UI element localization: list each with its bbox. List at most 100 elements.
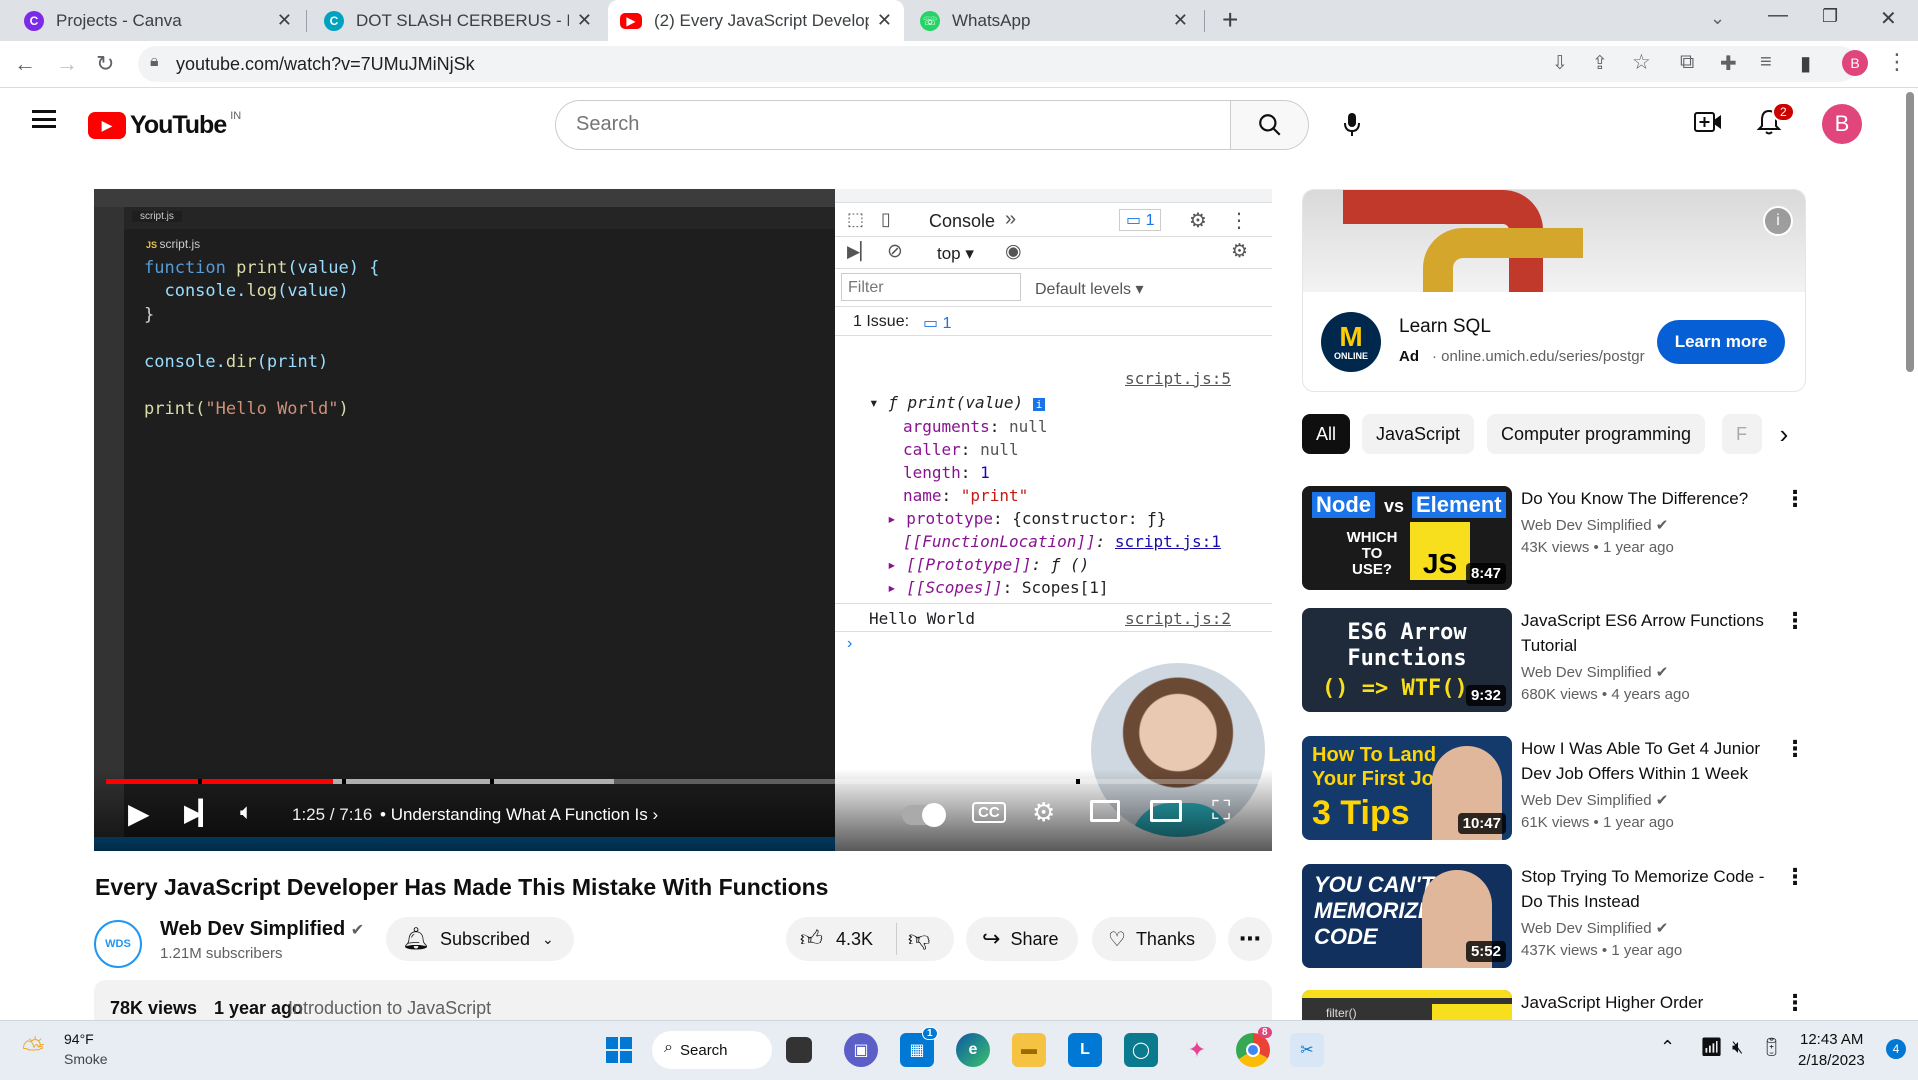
tab-whatsapp[interactable]: ☏ WhatsApp ✕ [908,0,1200,41]
recommendation-item[interactable]: YOU CAN'T MEMORIZE CODE 5:52 Stop Trying… [1302,864,1814,972]
more-options-icon[interactable]: ⋮ [1784,990,1806,1016]
channel-name[interactable]: Web Dev Simplified ✔ [160,918,364,941]
more-options-icon[interactable]: ⋮ [1784,736,1806,762]
figma-icon[interactable]: ✦ [1180,1033,1214,1067]
close-icon[interactable]: ✕ [877,10,892,31]
captions-button[interactable]: CC [972,802,1006,823]
video-thumbnail[interactable]: ES6 Arrow Functions () => WTF() 9:32 [1302,608,1512,712]
fullscreen-button[interactable]: ⛶ [1212,795,1230,827]
tab-presentation[interactable]: C DOT SLASH CERBERUS - Presentat ✕ [312,0,604,41]
chip-javascript[interactable]: JavaScript [1362,414,1475,454]
info-icon[interactable]: i [1763,206,1793,236]
forward-button[interactable]: → [56,51,78,77]
l-app-icon[interactable]: L [1068,1033,1102,1067]
recommendation-item[interactable]: How To Land Your First Job 3 Tips 10:47 … [1302,736,1814,844]
restore-button[interactable]: ❐ [1822,6,1838,27]
recommendation-title[interactable]: Do You Know The Difference? [1521,486,1781,511]
recommendation-item[interactable]: filter() JavaScript Higher Order ⋮ [1302,990,1814,1020]
create-button[interactable] [1694,110,1722,139]
install-icon[interactable]: ⇩ [1552,52,1568,75]
recommendation-channel[interactable]: Web Dev Simplified ✔ [1521,663,1668,681]
video-thumbnail[interactable]: How To Land Your First Job 3 Tips 10:47 [1302,736,1512,840]
new-tab-button[interactable]: + [1222,4,1238,36]
notifications-button[interactable]: 2 [1756,102,1795,141]
theater-mode-button[interactable] [1150,800,1182,822]
progress-bar[interactable] [106,779,1260,784]
omnibox[interactable]: 🔒︎ youtube.com/watch?v=7UMuJMiNjSk ⇩ ⇪ ☆ [138,46,1858,82]
tab-canva[interactable]: C Projects - Canva ✕ [12,0,304,41]
tray-chevron-icon[interactable]: ⌃ [1660,1037,1675,1058]
close-icon[interactable]: ✕ [577,10,592,31]
edge-icon[interactable]: e [956,1033,990,1067]
profile-avatar[interactable]: B [1842,50,1868,76]
recommendation-channel[interactable]: Web Dev Simplified ✔ [1521,516,1668,534]
store-icon[interactable]: ▦ 1 [900,1027,938,1067]
more-options-icon[interactable]: ⋮ [1784,486,1806,512]
puzzle-icon[interactable]: ✚ [1720,51,1737,76]
close-icon[interactable]: ✕ [277,10,292,31]
ad-card[interactable]: i M ONLINE Learn SQL Ad · online.umich.e… [1302,189,1806,392]
close-icon[interactable]: ✕ [1173,10,1188,31]
voice-search-button[interactable] [1330,102,1374,146]
recommendation-item[interactable]: ES6 Arrow Functions () => WTF() 9:32 Jav… [1302,608,1814,716]
channel-avatar[interactable]: WDS [94,920,142,968]
chip-more[interactable]: F [1722,414,1762,454]
snipping-tool-icon[interactable]: ✂ [1290,1033,1324,1067]
minimize-button[interactable]: — [1768,4,1788,27]
miniplayer-button[interactable] [1090,800,1120,822]
recommendation-channel[interactable]: Web Dev Simplified ✔ [1521,919,1668,937]
chrome-icon[interactable]: 8 [1236,1027,1272,1067]
next-button[interactable]: ▶▎ [184,799,217,828]
app-icon[interactable]: ◯ [1124,1033,1158,1067]
thanks-button[interactable]: ♡ Thanks [1092,917,1216,961]
playlist-link[interactable]: Introduction to JavaScript [288,998,491,1019]
more-options-icon[interactable]: ⋮ [1784,864,1806,890]
dislike-button[interactable]: 👎︎ [908,925,930,952]
video-thumbnail[interactable]: Node vs Element WHICH TO USE? JS 8:47 [1302,486,1512,590]
video-thumbnail[interactable]: YOU CAN'T MEMORIZE CODE 5:52 [1302,864,1512,968]
tab-youtube[interactable]: ▶ (2) Every JavaScript Developer Ha ✕ [608,0,904,41]
reload-button[interactable]: ↻ [96,51,114,77]
recommendation-title[interactable]: Stop Trying To Memorize Code - Do This I… [1521,864,1781,914]
volume-muted-icon[interactable]: 🔇︎ [1732,1037,1743,1058]
teams-chat-icon[interactable]: ▣ [844,1033,878,1067]
file-explorer-icon[interactable]: ▬ [1012,1033,1046,1067]
search-button[interactable] [1230,100,1309,150]
recommendation-item[interactable]: Node vs Element WHICH TO USE? JS 8:47 Do… [1302,486,1814,594]
search-input[interactable] [576,113,1176,136]
search-box[interactable] [555,100,1231,150]
share-icon[interactable]: ⇪ [1592,52,1608,75]
like-count[interactable]: 4.3K [836,929,873,950]
clock-date[interactable]: 2/18/2023 [1798,1052,1865,1069]
settings-gear-icon[interactable]: ⚙ [1032,797,1055,828]
task-view-icon[interactable] [786,1037,812,1063]
recommendation-channel[interactable]: Web Dev Simplified ✔ [1521,791,1668,809]
share-button[interactable]: ↪ Share [966,917,1078,961]
page-scrollbar[interactable] [1906,92,1914,372]
chip-all[interactable]: All [1302,414,1351,454]
recommendation-title[interactable]: JavaScript ES6 Arrow Functions Tutorial [1521,608,1781,658]
subscribed-button[interactable]: 🔔︎ Subscribed ⌄ [386,917,574,961]
battery-icon[interactable]: 🔋︎ [1760,1037,1783,1058]
url-text[interactable]: youtube.com/watch?v=7UMuJMiNjSk [176,54,475,75]
more-options-icon[interactable]: ⋮ [1784,608,1806,634]
more-actions-button[interactable]: ⋯ [1228,917,1272,961]
like-button[interactable]: 👍︎ [800,925,823,952]
menu-kebab-icon[interactable]: ⋮ [1886,49,1908,75]
start-button[interactable] [602,1033,636,1067]
recommendation-title[interactable]: JavaScript Higher Order [1521,990,1781,1015]
chapter-title[interactable]: • Understanding What A Function Is › [380,805,658,825]
autoplay-toggle[interactable] [902,803,946,827]
back-button[interactable]: ← [14,51,36,77]
extension-icon[interactable]: ⧉ [1680,51,1694,74]
chips-next-arrow[interactable]: › [1762,414,1806,454]
notification-count-badge[interactable]: 4 [1886,1039,1906,1059]
window-close-button[interactable]: ✕ [1880,6,1897,31]
video-player[interactable]: script.js JS script.js function print(va… [94,189,1272,851]
tab-search-icon[interactable]: ⌄ [1710,8,1725,29]
video-thumbnail[interactable]: filter() [1302,990,1512,1020]
youtube-logo[interactable]: ▶ YouTube IN [88,110,241,140]
weather-icon[interactable]: ⛅︎ [22,1033,44,1066]
wifi-icon[interactable]: 📶︎ [1700,1037,1723,1058]
reading-list-icon[interactable]: ≡ [1760,51,1772,74]
